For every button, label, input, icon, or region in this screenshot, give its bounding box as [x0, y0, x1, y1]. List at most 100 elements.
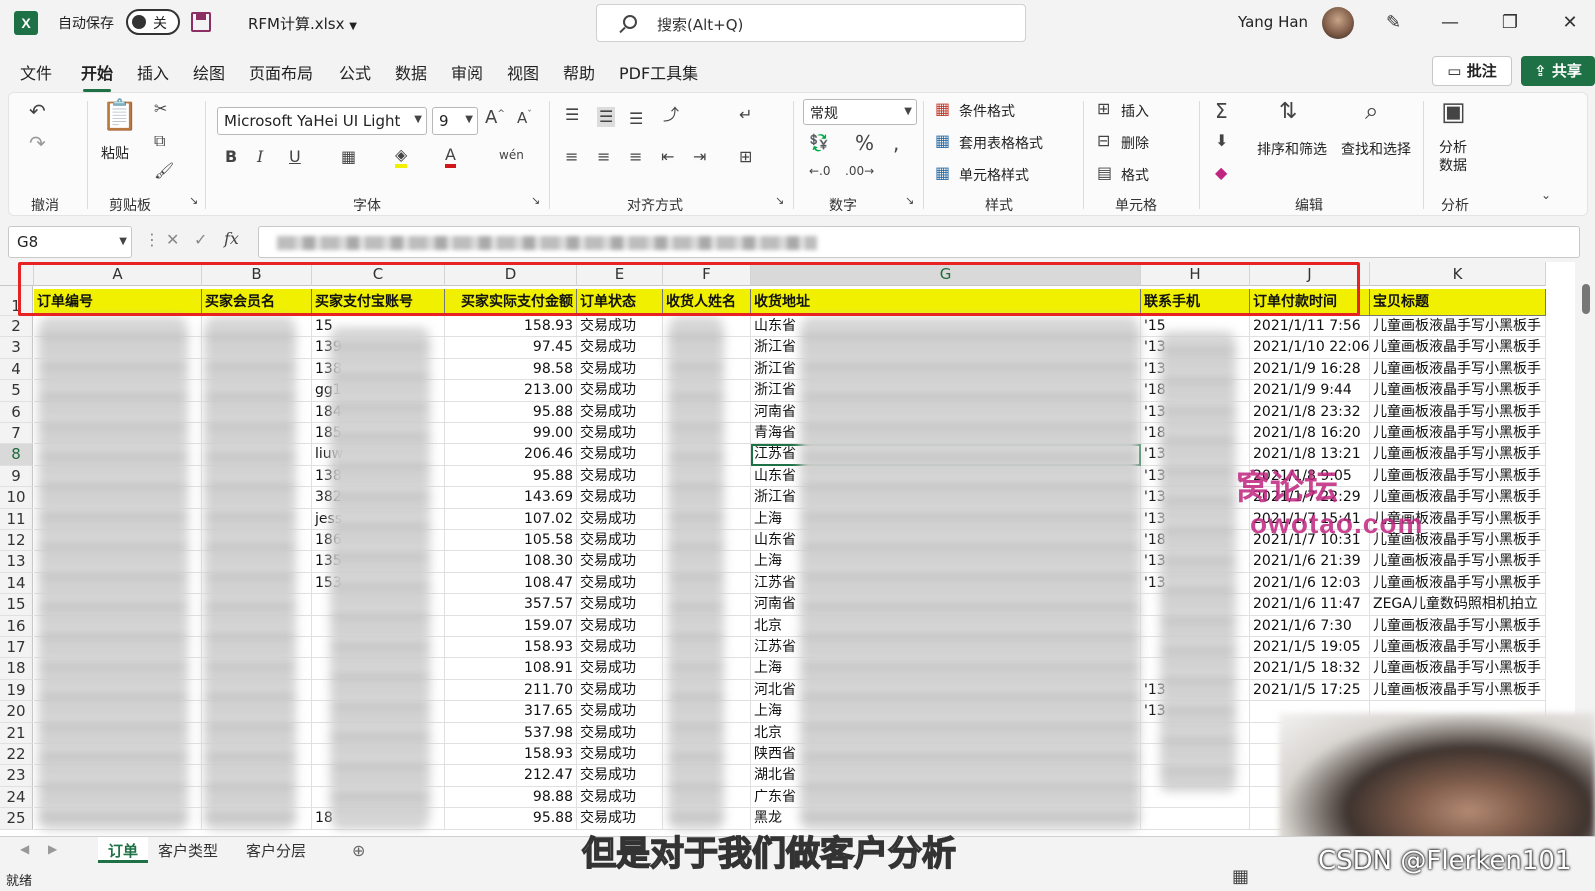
row-header[interactable]: 23 [0, 765, 33, 787]
increase-decimal-icon[interactable]: ←.0 [809, 165, 831, 177]
table-cell[interactable]: 交易成功 [577, 637, 663, 659]
row-header[interactable]: 3 [0, 337, 33, 359]
share-button[interactable]: ⇪ 共享 [1521, 56, 1595, 86]
orientation-icon[interactable]: ⤴ [663, 107, 679, 123]
row-header[interactable]: 24 [0, 786, 33, 809]
table-cell[interactable]: 儿童画板液晶手写小黑板手 [1370, 380, 1546, 402]
launcher-icon[interactable]: ↘ [905, 195, 914, 206]
header-cell[interactable]: 收货地址 [751, 289, 1141, 316]
pen-icon[interactable]: ✎ [1386, 12, 1401, 33]
percent-icon[interactable]: % [855, 133, 874, 153]
cancel-icon[interactable]: ✕ [166, 232, 179, 248]
table-cell[interactable]: 儿童画板液晶手写小黑板手 [1370, 658, 1546, 680]
row-header[interactable]: 18 [0, 658, 33, 680]
table-cell[interactable]: 儿童画板液晶手写小黑板手 [1370, 679, 1546, 702]
sort-filter-button[interactable]: 排序和筛选 [1257, 139, 1327, 159]
restore-icon[interactable]: ❐ [1490, 8, 1530, 38]
table-cell[interactable]: 交易成功 [577, 594, 663, 616]
clear-icon[interactable]: ◆ [1215, 165, 1227, 181]
table-cell[interactable]: 儿童画板液晶手写小黑板手 [1370, 551, 1546, 573]
menu-home[interactable]: 开始 [81, 60, 113, 92]
analyze-data-icon[interactable]: ▣ [1441, 99, 1466, 125]
borders-icon[interactable]: ▦ [341, 149, 356, 165]
row-header[interactable]: 7 [0, 423, 33, 445]
table-cell[interactable]: 2021/1/6 7:30 [1250, 615, 1370, 637]
align-right-icon[interactable]: ≡ [629, 149, 642, 165]
table-cell[interactable]: 537.98 [445, 722, 577, 744]
table-cell[interactable]: 交易成功 [577, 701, 663, 723]
delete-cells-icon[interactable]: ⊟ [1097, 133, 1110, 149]
table-cell[interactable]: 99.00 [445, 423, 577, 445]
row-header[interactable]: 22 [0, 744, 33, 766]
phonetic-icon[interactable]: wén [499, 149, 524, 161]
row-header[interactable]: 25 [0, 808, 33, 830]
table-cell[interactable]: 儿童画板液晶手写小黑板手 [1370, 572, 1546, 595]
table-cell[interactable]: 317.65 [445, 701, 577, 723]
row-header[interactable]: 9 [0, 465, 33, 488]
row-header[interactable]: 19 [0, 679, 33, 702]
align-bottom-icon[interactable]: ☰ [629, 111, 643, 127]
launcher-icon[interactable]: ↘ [775, 195, 784, 206]
table-cell[interactable]: 儿童画板液晶手写小黑板手 [1370, 444, 1546, 466]
table-cell[interactable]: 儿童画板液晶手写小黑板手 [1370, 637, 1546, 659]
table-cell[interactable]: 交易成功 [577, 487, 663, 509]
column-header[interactable]: K [1370, 262, 1546, 286]
table-cell[interactable]: 交易成功 [577, 658, 663, 680]
table-cell[interactable]: 2021/1/9 9:44 [1250, 380, 1370, 402]
table-cell[interactable]: 105.58 [445, 530, 577, 552]
normal-view-icon[interactable]: ▦ [1232, 868, 1249, 886]
font-size-select[interactable]: 9 ▼ [432, 107, 478, 135]
fill-color-icon[interactable]: ◈ [395, 145, 408, 168]
table-cell[interactable]: 交易成功 [577, 679, 663, 702]
header-cell[interactable]: 买家支付宝账号 [312, 289, 445, 316]
paste-icon[interactable]: 📋 [101, 101, 138, 131]
insert-cells-button[interactable]: 插入 [1121, 101, 1149, 121]
table-cell[interactable]: 交易成功 [577, 401, 663, 423]
table-cell[interactable]: 2021/1/5 17:25 [1250, 679, 1370, 702]
table-cell[interactable]: 交易成功 [577, 444, 663, 466]
close-icon[interactable]: ✕ [1550, 8, 1590, 38]
table-cell[interactable]: 95.88 [445, 465, 577, 488]
function-icon[interactable]: fx [224, 231, 239, 247]
table-cell[interactable]: 儿童画板液晶手写小黑板手 [1370, 337, 1546, 359]
table-cell[interactable]: 交易成功 [577, 337, 663, 359]
table-cell[interactable]: 交易成功 [577, 551, 663, 573]
paste-label[interactable]: 粘贴 [101, 143, 129, 163]
table-cell[interactable]: 交易成功 [577, 722, 663, 744]
menu-file[interactable]: 文件 [20, 60, 52, 84]
autosave-toggle[interactable]: 关 [126, 9, 180, 35]
italic-icon[interactable]: I [257, 149, 263, 165]
minimize-icon[interactable]: — [1430, 8, 1470, 38]
table-cell[interactable]: 95.88 [445, 401, 577, 423]
tab-customer-type[interactable]: 客户类型 [148, 837, 228, 863]
table-cell[interactable]: 211.70 [445, 679, 577, 702]
format-cells-icon[interactable]: ▤ [1097, 165, 1112, 181]
table-cell[interactable]: 儿童画板液晶手写小黑板手 [1370, 401, 1546, 423]
column-header[interactable]: B [202, 262, 312, 286]
enter-icon[interactable]: ✓ [194, 232, 207, 248]
bold-icon[interactable]: B [225, 149, 237, 165]
row-header[interactable]: 20 [0, 701, 33, 723]
table-cell[interactable]: 2021/1/6 12:03 [1250, 572, 1370, 595]
select-all-corner[interactable] [0, 262, 34, 286]
row-header[interactable]: 4 [0, 358, 33, 381]
column-header[interactable]: A [34, 262, 202, 286]
table-cell[interactable]: 儿童画板液晶手写小黑板手 [1370, 358, 1546, 381]
name-box[interactable]: G8 ▼ [8, 226, 132, 258]
vertical-scrollbar[interactable] [1578, 262, 1595, 712]
table-cell[interactable]: 交易成功 [577, 358, 663, 381]
menu-pdf-tools[interactable]: PDF工具集 [619, 60, 698, 84]
table-cell[interactable] [1141, 808, 1250, 830]
table-cell[interactable]: 儿童画板液晶手写小黑板手 [1370, 615, 1546, 637]
delete-cells-button[interactable]: 删除 [1121, 133, 1149, 153]
header-cell[interactable]: 宝贝标题 [1370, 289, 1546, 316]
currency-icon[interactable]: 💱 [809, 135, 829, 151]
table-cell[interactable]: 2021/1/5 18:32 [1250, 658, 1370, 680]
format-as-table-icon[interactable]: ▦ [935, 133, 950, 149]
row-header[interactable]: 10 [0, 487, 33, 509]
column-header[interactable]: F [663, 262, 751, 286]
column-header[interactable]: G [751, 262, 1141, 286]
launcher-icon[interactable]: ↘ [189, 195, 198, 206]
row-header[interactable]: 11 [0, 508, 33, 530]
formula-input[interactable] [258, 226, 1580, 258]
